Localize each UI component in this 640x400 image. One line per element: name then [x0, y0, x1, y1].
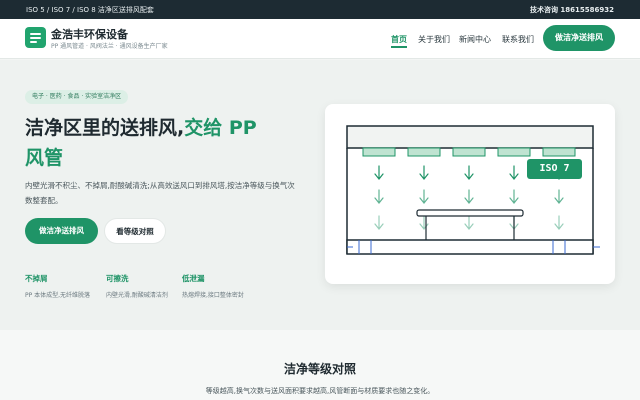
hepa-filter — [497, 147, 531, 157]
hepa-filter — [452, 147, 486, 157]
feature-title: 不掉屑 — [25, 274, 48, 283]
top-bar: ISO 5 / ISO 7 / ISO 8 洁净区送排风配套 技术咨询 1861… — [0, 0, 640, 19]
hero-primary-button[interactable]: 做洁净送排风 — [25, 218, 98, 244]
iso-class-badge: ISO 7 — [527, 159, 582, 179]
top-bar-phone[interactable]: 技术咨询 18615586932 — [530, 5, 614, 15]
nav-news[interactable]: 新闻中心 — [459, 34, 491, 45]
nav-contact[interactable]: 联系我们 — [502, 34, 534, 45]
arrow-down-icon — [374, 189, 564, 204]
nav-about[interactable]: 关于我们 — [418, 34, 450, 45]
brand-name[interactable]: 金浩丰环保设备 — [51, 26, 128, 42]
floor-return-duct — [346, 239, 594, 255]
feature-title: 低泄漏 — [182, 274, 205, 283]
hepa-filter — [542, 147, 576, 157]
site-header: 金浩丰环保设备 PP 通风管道 · 风阀法兰 · 通风设备生产厂家 首页 关于我… — [0, 19, 640, 59]
cleanroom-diagram — [346, 125, 600, 255]
nav-active-indicator — [391, 46, 407, 48]
hero-title-highlight-2: 风管 — [25, 147, 64, 169]
hepa-filters — [362, 147, 576, 157]
cleanroom-illustration-card: ISO 7 — [325, 104, 615, 284]
hero-description: 内壁光滑不积尘、不掉屑,耐酸碱清洗;从高效送风口到排风塔,按洁净等级与换气次数整… — [25, 181, 295, 205]
feature-desc: 热熔焊接,接口整体密封 — [182, 292, 244, 299]
nav-home[interactable]: 首页 — [391, 34, 407, 45]
top-bar-iso-text: ISO 5 / ISO 7 / ISO 8 洁净区送排风配套 — [26, 6, 154, 14]
hepa-filter — [407, 147, 441, 157]
section-title: 洁净等级对照 — [283, 362, 356, 376]
section-description: 等级越高,换气次数与送风面积要求越高,风管断面与材质要求也随之变化。 — [205, 387, 435, 395]
hero-secondary-button[interactable]: 看等级对照 — [104, 218, 166, 244]
hero-title: 洁净区里的送排风,交给 PP 风管 — [25, 113, 315, 173]
workbench — [416, 209, 524, 217]
feature-title: 可擦洗 — [106, 274, 129, 283]
feature-desc: 内壁光滑,耐酸碱清洁剂 — [106, 292, 168, 299]
logo-icon[interactable] — [25, 27, 46, 48]
supply-plenum — [346, 125, 594, 149]
arrow-down-icon — [374, 215, 564, 230]
grade-comparison-section: 洁净等级对照 等级越高,换气次数与送风面积要求越高,风管断面与材质要求也随之变化… — [0, 330, 640, 400]
hepa-filter — [362, 147, 396, 157]
industry-pill: 电子 · 医药 · 食品 · 实验室洁净区 — [25, 90, 129, 104]
feature-desc: PP 本体成型,无纤维脱落 — [25, 292, 91, 299]
hero-title-main: 洁净区里的送排风, — [25, 117, 185, 139]
hero-section: 电子 · 医药 · 食品 · 实验室洁净区 洁净区里的送排风,交给 PP 风管 … — [0, 60, 640, 330]
brand-tagline: PP 通风管道 · 风阀法兰 · 通风设备生产厂家 — [51, 43, 168, 50]
hero-title-highlight: 交给 PP — [184, 117, 257, 139]
header-cta-button[interactable]: 做洁净送排风 — [543, 25, 615, 51]
